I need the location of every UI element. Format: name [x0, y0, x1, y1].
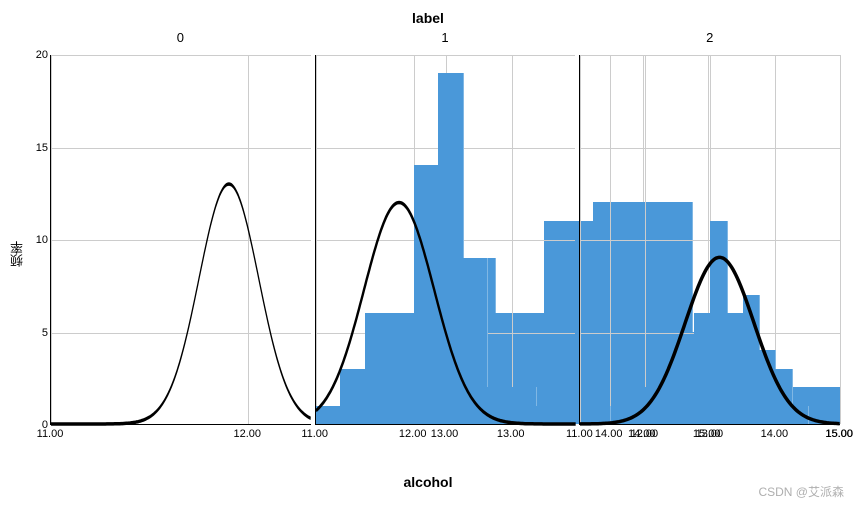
x-tick: 12.00: [631, 428, 659, 440]
plot-area: [579, 55, 840, 425]
watermark: CSDN @艾派森: [758, 483, 844, 500]
x-ticks: 11.0012.0013.0014.0015.00: [579, 428, 840, 448]
y-tick: 5: [42, 327, 48, 339]
normal-curve: [580, 55, 840, 424]
normal-curve: [51, 55, 311, 424]
x-tick: 11.00: [37, 428, 64, 440]
x-ticks: 11.0012.0013.0014.0015.00: [315, 428, 576, 448]
y-tick: 10: [36, 234, 48, 246]
x-tick: 14.00: [761, 428, 789, 440]
x-tick: 11.00: [566, 428, 593, 440]
panel-title: 0: [50, 30, 311, 45]
x-ticks: 11.0012.0013.0014.0015.00: [50, 428, 311, 448]
normal-curve: [316, 55, 576, 424]
plot-area: [315, 55, 576, 425]
x-tick: 15.00: [826, 428, 854, 440]
x-tick: 13.00: [696, 428, 724, 440]
x-tick: 12.00: [233, 428, 261, 440]
y-tick: 20: [36, 49, 48, 61]
panel-0: 0 11.0012.0013.0014.0015.00: [50, 20, 311, 450]
x-tick: 11.00: [301, 428, 328, 440]
panel-2: 211.0012.0013.0014.0015.00: [579, 20, 840, 450]
x-tick: 12.00: [399, 428, 427, 440]
panel-title: 1: [315, 30, 576, 45]
y-tick: 15: [36, 142, 48, 154]
y-axis-label: 频率: [8, 0, 27, 508]
x-tick: 13.00: [497, 428, 525, 440]
x-axis-label: alcohol: [0, 474, 856, 490]
chart-container: 0 11.0012.0013.0014.0015.00 1 11.00 12.00 13.…: [50, 20, 840, 450]
y-axis-ticks: 05101520: [32, 55, 50, 425]
panel-1: 111.0012.0013.0014.0015.00: [315, 20, 576, 450]
panel-title: 2: [579, 30, 840, 45]
plot-area: [50, 55, 311, 425]
panels-row: 0 11.0012.0013.0014.0015.00 1 11.00 12.00 13.…: [50, 20, 840, 450]
